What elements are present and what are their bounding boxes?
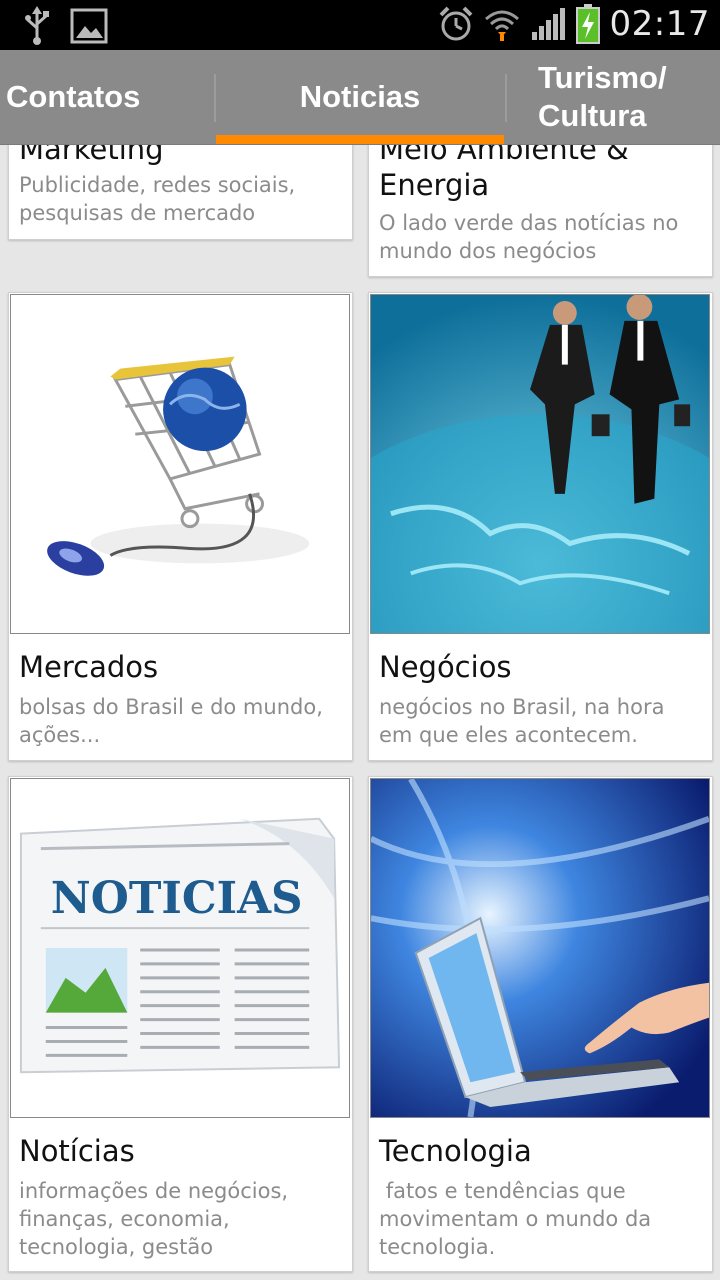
newspaper-headline: NOTICIAS — [51, 873, 303, 924]
tab-label-line1: Turismo/ — [538, 60, 667, 95]
card-title: Notícias — [19, 1134, 135, 1168]
battery-charging-icon — [575, 4, 600, 44]
card-title: Negócios — [379, 650, 512, 684]
category-card-negocios[interactable]: Negócios negócios no Brasil, na hora em … — [368, 292, 713, 761]
signal-icon — [530, 6, 566, 42]
card-description: bolsas do Brasil e do mundo, ações... — [19, 695, 323, 747]
tab-noticias[interactable]: Noticias — [216, 50, 504, 144]
card-description: O lado verde das notícias no mundo dos n… — [379, 211, 679, 263]
tab-label: Contatos — [6, 79, 141, 114]
card-image-businessmen-globe — [370, 294, 710, 634]
category-card-noticias[interactable]: NOTICIAS Notícias informações de negócio… — [8, 776, 353, 1272]
card-description: Publicidade, redes sociais, pesquisas de… — [19, 173, 296, 225]
card-description: informações de negócios, finanças, econo… — [19, 1179, 289, 1259]
card-description: fatos e tendências que movimentam o mund… — [379, 1179, 658, 1259]
gallery-icon — [70, 8, 108, 44]
card-description: negócios no Brasil, na hora em que eles … — [379, 695, 665, 747]
tab-divider — [505, 74, 507, 122]
tab-label: Noticias — [299, 79, 421, 114]
alarm-icon — [438, 5, 474, 43]
tab-label-line2: Cultura — [538, 98, 647, 133]
card-title: Tecnologia — [379, 1134, 532, 1168]
usb-icon — [22, 6, 52, 46]
status-bar: 02:17 — [0, 0, 720, 50]
clock-time: 02:17 — [609, 4, 710, 44]
category-card-mercados[interactable]: Mercados bolsas do Brasil e do mundo, aç… — [8, 292, 353, 761]
tab-bar: Contatos Noticias Turismo/ Cultura — [0, 50, 720, 145]
category-card-tecnologia[interactable]: Tecnologia fatos e tendências que movime… — [368, 776, 713, 1272]
selected-tab-indicator — [216, 135, 504, 144]
card-image-shopping-cart-globe — [10, 294, 350, 634]
tab-turismo-cultura[interactable]: Turismo/ Cultura — [538, 50, 708, 144]
card-image-laptop-technology — [370, 778, 710, 1118]
tab-contatos[interactable]: Contatos — [6, 50, 211, 144]
card-image-newspaper: NOTICIAS — [10, 778, 350, 1118]
card-title: Mercados — [19, 650, 159, 684]
wifi-icon — [484, 5, 520, 43]
